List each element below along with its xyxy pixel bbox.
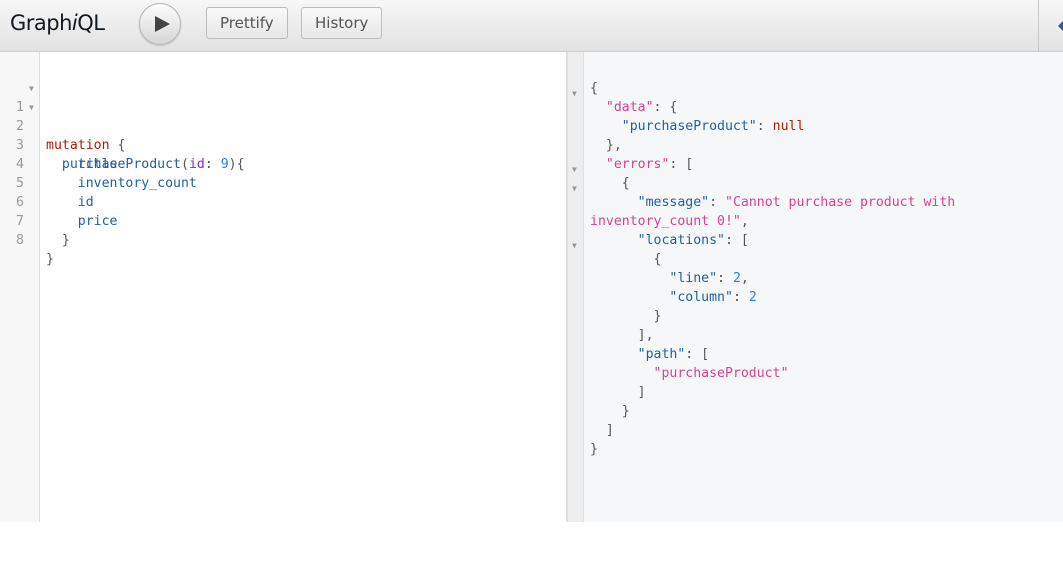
json-line-locations: "locations": [ [590, 231, 749, 250]
editor-line-5: 5 id [0, 155, 94, 210]
json-line: ] [590, 383, 646, 402]
execute-query-button[interactable] [139, 3, 181, 45]
argument-id: id [188, 157, 205, 172]
json-number: 2 [732, 271, 741, 286]
error-message-text: "Cannot purchase product with [725, 195, 956, 210]
json-line-column: "column": 2 [590, 288, 757, 307]
result-fold-gutter [568, 52, 584, 522]
json-punc: , [740, 271, 749, 286]
json-key: "line" [669, 271, 718, 286]
editor-line-3: 3 title [0, 117, 117, 172]
brace: { [109, 138, 126, 153]
title-text-suffix: QL [77, 11, 105, 35]
json-punc: { [653, 252, 662, 267]
json-line-purchaseproduct: "purchaseProduct": null [590, 117, 805, 136]
json-null-value: null [772, 119, 805, 134]
json-line-line: "line": 2, [590, 269, 749, 288]
json-line-errors: "errors": [ [590, 155, 693, 174]
json-punc: ] [605, 423, 614, 438]
json-punc: ] [637, 385, 646, 400]
json-punc: : [717, 271, 733, 286]
json-punc: : [709, 195, 725, 210]
editor-line-8: 8 } [0, 212, 54, 267]
json-punc: : [ [685, 347, 710, 362]
json-line: { [590, 174, 630, 193]
json-punc: } [621, 404, 630, 419]
fold-arrow-icon[interactable]: ▼ [572, 236, 577, 255]
json-open-brace: { [590, 81, 598, 96]
json-punc: { [621, 176, 630, 191]
json-punc: : { [653, 100, 678, 115]
json-line: }, [590, 136, 622, 155]
fold-arrow-icon[interactable]: ▼ [572, 179, 577, 198]
field-price: price [77, 214, 118, 229]
prettify-button[interactable]: Prettify [206, 7, 288, 39]
json-line-data: "data": { [590, 98, 677, 117]
paren: ( [180, 157, 189, 172]
json-punc: : [ [724, 233, 749, 248]
json-punc: } [653, 309, 662, 324]
fold-arrow-icon[interactable]: ▼ [572, 160, 577, 179]
json-string: "purchaseProduct" [653, 366, 789, 381]
json-key: "path" [637, 347, 686, 362]
editor-line-2: 2 ▼ purchaseProduct(id: 9){ [0, 98, 245, 172]
json-key: "errors" [605, 157, 670, 172]
docs-toggle-icon[interactable] [1058, 20, 1063, 32]
json-punc: ], [637, 328, 654, 343]
json-number: 2 [748, 290, 757, 305]
json-line-path: "path": [ [590, 345, 709, 364]
editor-line-4: 4 inventory_count [0, 136, 197, 191]
title-text: Graph [10, 11, 72, 35]
result-viewer: ▼ ▼ ▼ ▼ { "data": { "purchaseProduct": n… [568, 52, 1063, 522]
play-icon [155, 16, 170, 32]
json-line-message-wrap: inventory_count 0!", [590, 212, 749, 231]
query-editor[interactable]: 1 ▼ mutation { 2 ▼ purchaseProduct(id: 9… [0, 52, 566, 522]
json-line: ] [590, 421, 614, 440]
field-id: id [77, 195, 94, 210]
json-close-brace: } [590, 442, 598, 457]
json-key: "data" [605, 100, 654, 115]
keyword-mutation: mutation [46, 138, 110, 153]
json-punc: : [732, 290, 749, 305]
json-key: "column" [669, 290, 733, 305]
json-key: "message" [637, 195, 710, 210]
json-line: } [590, 402, 630, 421]
json-key: "purchaseProduct" [621, 119, 757, 134]
json-punc: }, [605, 138, 622, 153]
app-title: GraphiQL [10, 11, 105, 35]
closing-brace: } [46, 233, 70, 248]
json-line-path-value: "purchaseProduct" [590, 364, 789, 383]
json-line: ], [590, 326, 654, 345]
editor-line-1: 1 ▼ mutation { [0, 79, 125, 153]
editor-line-6: 6 price [0, 174, 117, 229]
field-title: title [77, 157, 118, 172]
paren-brace: ){ [228, 157, 245, 172]
json-line: { [590, 250, 662, 269]
json-punc: : [ [669, 157, 694, 172]
field-inventory-count: inventory_count [77, 176, 197, 191]
error-message-text-cont: inventory_count 0!" [590, 214, 741, 229]
json-line: } [590, 307, 662, 326]
fold-arrow-icon[interactable]: ▼ [29, 79, 34, 98]
colon: : [204, 157, 221, 172]
toolbar: GraphiQL Prettify History [0, 0, 1063, 52]
line-number: 8 [16, 233, 24, 248]
fold-arrow-icon[interactable]: ▼ [29, 98, 34, 117]
docs-divider [1038, 0, 1039, 52]
argument-value: 9 [220, 157, 229, 172]
json-line-message: "message": "Cannot purchase product with [590, 193, 956, 212]
json-punc: : [756, 119, 773, 134]
closing-brace: } [46, 252, 54, 267]
history-button[interactable]: History [301, 7, 383, 39]
fold-arrow-icon[interactable]: ▼ [572, 84, 577, 103]
json-punc: , [740, 214, 749, 229]
json-key: "locations" [637, 233, 725, 248]
editor-line-7: 7 } [0, 193, 70, 248]
